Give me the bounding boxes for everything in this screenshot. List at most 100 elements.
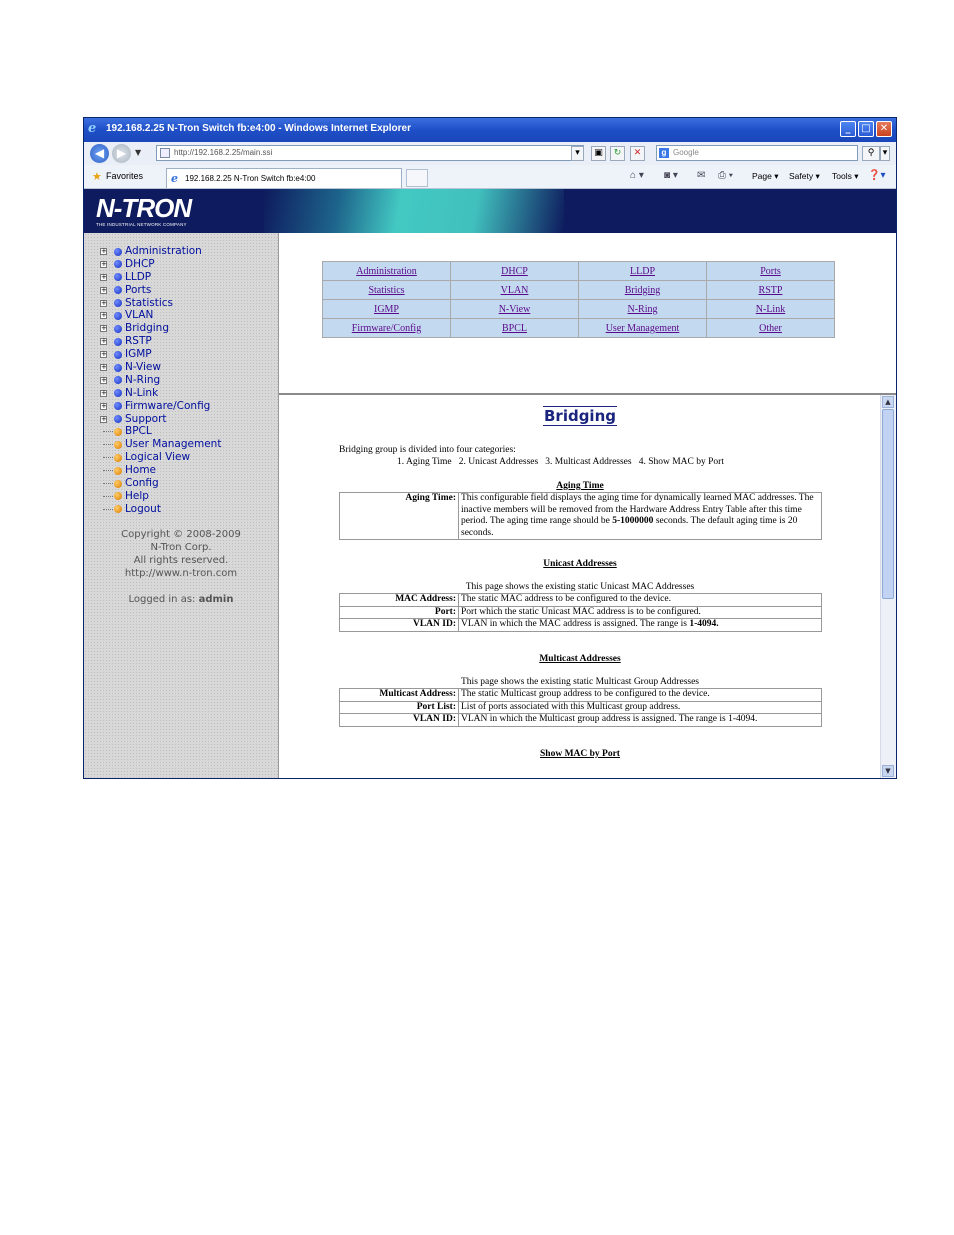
vertical-scrollbar[interactable]: ▲ ▼: [880, 395, 896, 778]
company-website[interactable]: http://www.n-tron.com: [84, 568, 278, 579]
menu-link-other[interactable]: Other: [707, 319, 834, 337]
expand-icon[interactable]: +: [100, 312, 107, 320]
google-icon: g: [659, 148, 669, 158]
menu-link-n-view[interactable]: N-View: [451, 300, 578, 318]
menu-link-n-ring[interactable]: N-Ring: [579, 300, 706, 318]
refresh-icon[interactable]: ↻: [610, 146, 625, 161]
history-dropdown-icon[interactable]: ▼: [135, 148, 141, 157]
menu-link-firmware-config[interactable]: Firmware/Config: [323, 319, 450, 337]
address-toolbar: ◀ ▶ ▼ http://192.168.2.25/main.ssi ▾ ▣ ↻…: [84, 142, 896, 166]
mail-icon[interactable]: ✉: [697, 170, 705, 181]
menu-link-bridging[interactable]: Bridging: [579, 281, 706, 299]
search-placeholder: Google: [673, 148, 699, 157]
folder-bullet-icon: [114, 273, 122, 282]
safety-menu[interactable]: Safety ▾: [789, 171, 820, 182]
print-icon[interactable]: ⎙ ▾: [718, 170, 733, 181]
forward-button[interactable]: ▶: [112, 144, 131, 163]
favorites-button[interactable]: Favorites: [106, 171, 143, 181]
favorites-star-icon[interactable]: ★: [92, 170, 102, 183]
sidebar-item-label[interactable]: RSTP: [125, 335, 152, 348]
expand-icon[interactable]: +: [100, 402, 107, 410]
tree-connector: [103, 495, 113, 497]
sidebar-item-label[interactable]: LLDP: [125, 271, 151, 284]
definition-key: Port:: [339, 605, 459, 619]
expand-icon[interactable]: +: [100, 364, 107, 372]
unicast-heading: Unicast Addresses: [543, 559, 617, 569]
back-button[interactable]: ◀: [90, 144, 109, 163]
search-icon[interactable]: ⚲: [862, 146, 880, 161]
sidebar-item-label[interactable]: N-View: [125, 361, 161, 374]
expand-icon[interactable]: +: [100, 248, 107, 255]
expand-icon[interactable]: +: [100, 376, 107, 384]
scroll-up-icon[interactable]: ▲: [882, 396, 894, 408]
definition-row: Multicast Address: The static Multicast g…: [339, 688, 822, 702]
expand-icon[interactable]: +: [100, 351, 107, 359]
menu-link-dhcp[interactable]: DHCP: [451, 262, 578, 280]
menu-link-n-link[interactable]: N-Link: [707, 300, 834, 318]
browser-tab[interactable]: e 192.168.2.25 N-Tron Switch fb:e4:00: [166, 168, 402, 188]
feeds-icon[interactable]: ◙ ▾: [664, 170, 678, 181]
menu-link-vlan[interactable]: VLAN: [451, 281, 578, 299]
address-input[interactable]: http://192.168.2.25/main.ssi: [156, 145, 584, 161]
close-button[interactable]: ✕: [876, 121, 892, 137]
sidebar-item-label[interactable]: DHCP: [125, 258, 155, 271]
help-icon[interactable]: ❓▾: [868, 170, 885, 181]
scroll-down-icon[interactable]: ▼: [882, 765, 894, 777]
scroll-thumb[interactable]: [882, 409, 894, 599]
definition-value: Port which the static Unicast MAC addres…: [458, 605, 822, 619]
expand-icon[interactable]: +: [100, 273, 107, 281]
menu-row: IGMP N-View N-Ring N-Link: [323, 300, 834, 318]
definition-value: VLAN in which the Multicast group addres…: [458, 713, 822, 727]
folder-bullet-icon: [114, 337, 122, 346]
address-dropdown-icon[interactable]: ▾: [571, 146, 584, 161]
sidebar-item-label[interactable]: N-Link: [125, 387, 158, 400]
compatibility-icon[interactable]: ▣: [591, 146, 606, 161]
folder-bullet-icon: [114, 350, 122, 359]
menu-link-ports[interactable]: Ports: [707, 262, 834, 280]
sidebar-item-label[interactable]: Help: [125, 490, 149, 503]
search-options-icon[interactable]: ▾: [880, 146, 890, 161]
stop-icon[interactable]: ✕: [630, 146, 645, 161]
expand-icon[interactable]: +: [100, 389, 107, 397]
menu-link-rstp[interactable]: RSTP: [707, 281, 834, 299]
sidebar-item-label[interactable]: Home: [125, 464, 156, 477]
sidebar-item-label[interactable]: Config: [125, 477, 159, 490]
expand-icon[interactable]: +: [100, 299, 107, 307]
sidebar-item-label[interactable]: Logical View: [125, 451, 190, 464]
sidebar-item-label[interactable]: BPCL: [125, 425, 152, 438]
expand-icon[interactable]: +: [100, 325, 107, 333]
sidebar-item-label[interactable]: Ports: [125, 284, 151, 297]
minimize-button[interactable]: _: [840, 121, 856, 137]
home-icon[interactable]: ⌂ ▾: [630, 170, 644, 181]
menu-link-bpcl[interactable]: BPCL: [451, 319, 578, 337]
folder-bullet-icon: [114, 324, 122, 333]
sidebar-item-label[interactable]: Logout: [125, 503, 161, 516]
definition-value: The static Multicast group address to be…: [458, 688, 822, 702]
expand-icon[interactable]: +: [100, 260, 107, 268]
sidebar-item-label[interactable]: Administration: [125, 245, 202, 258]
menu-link-igmp[interactable]: IGMP: [323, 300, 450, 318]
sidebar-item-label[interactable]: Bridging: [125, 322, 169, 335]
menu-link-statistics[interactable]: Statistics: [323, 281, 450, 299]
expand-icon[interactable]: +: [100, 415, 107, 423]
page-menu[interactable]: Page ▾: [752, 171, 778, 182]
expand-icon[interactable]: +: [100, 286, 107, 294]
search-input[interactable]: g Google: [656, 145, 858, 161]
sidebar-item-label[interactable]: VLAN: [125, 309, 153, 322]
folder-bullet-icon: [114, 363, 122, 372]
sidebar-item-label[interactable]: User Management: [125, 438, 221, 451]
maximize-button[interactable]: □: [858, 121, 874, 137]
sidebar-item-label[interactable]: Firmware/Config: [125, 400, 210, 413]
tools-menu[interactable]: Tools ▾: [832, 171, 858, 182]
menu-link-user-management[interactable]: User Management: [579, 319, 706, 337]
expand-icon[interactable]: +: [100, 338, 107, 346]
menu-link-administration[interactable]: Administration: [323, 262, 450, 280]
title-bar[interactable]: e 192.168.2.25 N-Tron Switch fb:e4:00 - …: [84, 118, 896, 142]
sidebar-item-label[interactable]: IGMP: [125, 348, 152, 361]
sidebar-item-label[interactable]: Support: [125, 413, 167, 426]
sidebar-item-label[interactable]: Statistics: [125, 297, 173, 310]
multicast-table: Multicast Address: The static Multicast g…: [339, 688, 822, 727]
sidebar-item-label[interactable]: N-Ring: [125, 374, 160, 387]
menu-link-lldp[interactable]: LLDP: [579, 262, 706, 280]
new-tab-button[interactable]: [406, 169, 428, 187]
